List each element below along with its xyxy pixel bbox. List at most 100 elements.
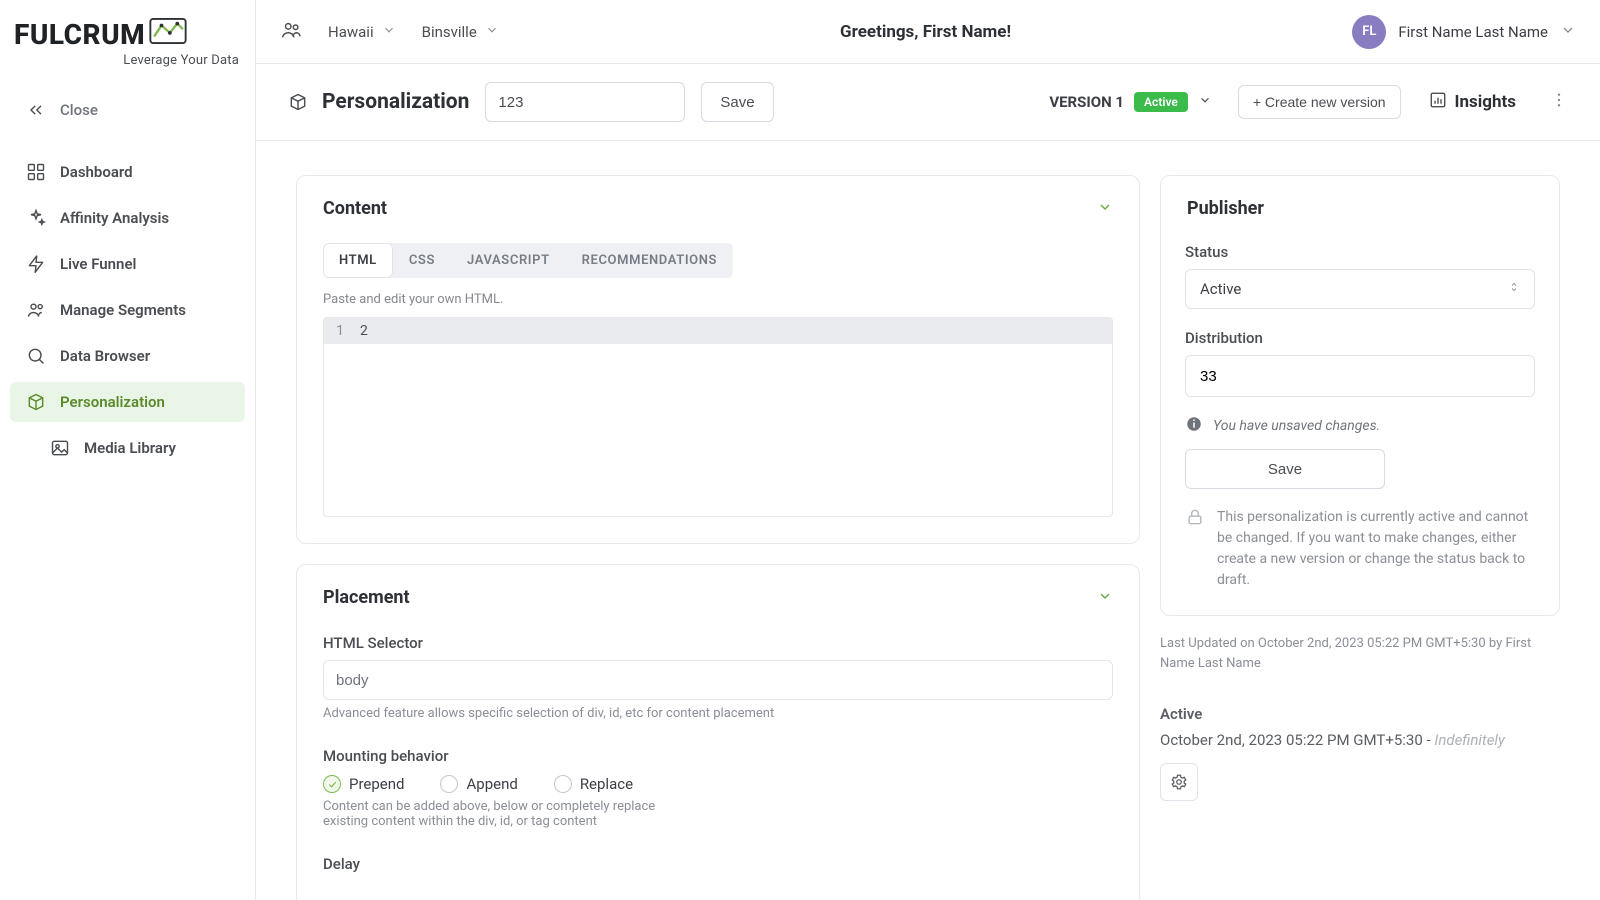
sidebar-item-label: Live Funnel: [60, 255, 136, 273]
state-time-suffix: Indefinitely: [1434, 731, 1504, 749]
create-version-button[interactable]: + Create new version: [1238, 85, 1401, 119]
logo: FULCRUM Leverage Your Data: [0, 4, 255, 74]
radio-prepend[interactable]: Prepend: [323, 775, 404, 793]
lock-note: This personalization is currently active…: [1185, 507, 1535, 591]
content-title: Content: [323, 198, 387, 219]
sidebar-item-label: Personalization: [60, 393, 165, 411]
radio-label: Append: [466, 775, 517, 793]
topbar: Hawaii Binsville Greetings, First Name! …: [256, 0, 1600, 64]
insights-link[interactable]: Insights: [1429, 91, 1516, 114]
box-icon: [288, 92, 308, 112]
radio-replace[interactable]: Replace: [554, 775, 633, 793]
selector-help: Advanced feature allows specific selecti…: [323, 706, 1113, 721]
radio-label: Replace: [580, 775, 633, 793]
info-icon: [1185, 415, 1203, 437]
selector-label: HTML Selector: [323, 634, 1113, 652]
sort-icon: [1508, 279, 1520, 299]
insights-label: Insights: [1455, 92, 1516, 112]
sidebar-item-personalization[interactable]: Personalization: [10, 382, 245, 422]
chevron-down-icon: [382, 23, 396, 41]
org-icon[interactable]: [280, 19, 302, 45]
collapse-toggle[interactable]: [1097, 199, 1113, 219]
state-time-value: October 2nd, 2023 05:22 PM GMT+5:30 -: [1160, 731, 1434, 749]
sidebar-item-label: Data Browser: [60, 347, 150, 365]
content-hint: Paste and edit your own HTML.: [323, 292, 1113, 307]
bolt-icon: [26, 254, 46, 274]
publisher-title: Publisher: [1187, 198, 1264, 219]
sidebar-item-databrowser[interactable]: Data Browser: [10, 336, 245, 376]
version-selector[interactable]: VERSION 1 Active: [1049, 92, 1212, 112]
tab-html[interactable]: HTML: [323, 243, 393, 278]
status-value: Active: [1200, 280, 1241, 298]
status-badge: Active: [1134, 92, 1188, 112]
unsaved-warning: You have unsaved changes.: [1185, 415, 1535, 437]
chevrons-left-icon: [26, 100, 46, 120]
radio-label: Prepend: [349, 775, 404, 793]
users-icon: [26, 300, 46, 320]
sidebar-item-medialibrary[interactable]: Media Library: [46, 428, 245, 468]
content-card: Content HTML CSS JAVASCRIPT RECOMMENDATI…: [296, 175, 1140, 544]
sidebar-item-label: Manage Segments: [60, 301, 186, 319]
editor-gutter: 1: [324, 318, 356, 344]
sidebar-close[interactable]: Close: [10, 90, 245, 130]
personalization-name-input[interactable]: [485, 82, 685, 122]
state-time: October 2nd, 2023 05:22 PM GMT+5:30 - In…: [1160, 731, 1560, 749]
sidebar-item-funnel[interactable]: Live Funnel: [10, 244, 245, 284]
sidebar-item-label: Dashboard: [60, 163, 133, 181]
logo-mark-icon: [149, 18, 187, 48]
state-label: Active: [1160, 705, 1560, 723]
tab-javascript[interactable]: JAVASCRIPT: [451, 243, 566, 278]
mounting-label: Mounting behavior: [323, 747, 1113, 765]
crumb-site[interactable]: Binsville: [422, 23, 499, 41]
status-label: Status: [1185, 243, 1535, 261]
sidebar-item-label: Affinity Analysis: [60, 209, 169, 227]
lock-icon: [1185, 507, 1205, 591]
html-editor[interactable]: 1 2: [323, 317, 1113, 517]
content-tabs: HTML CSS JAVASCRIPT RECOMMENDATIONS: [323, 243, 733, 278]
status-select[interactable]: Active: [1185, 269, 1535, 309]
sidebar: FULCRUM Leverage Your Data: [0, 0, 256, 900]
crumb-region[interactable]: Hawaii: [328, 23, 396, 41]
save-button[interactable]: Save: [701, 82, 773, 122]
tab-recommendations[interactable]: RECOMMENDATIONS: [566, 243, 733, 278]
sidebar-item-segments[interactable]: Manage Segments: [10, 290, 245, 330]
version-label: VERSION 1: [1049, 93, 1124, 111]
placement-card: Placement HTML Selector Advanced feature…: [296, 564, 1140, 900]
logo-word: FULCRUM: [14, 18, 145, 51]
unsaved-text: You have unsaved changes.: [1213, 418, 1380, 434]
mounting-options: Prepend Append Replace: [323, 775, 1113, 793]
placement-title: Placement: [323, 587, 410, 608]
html-selector-input[interactable]: [323, 660, 1113, 700]
delay-label: Delay: [323, 855, 1113, 873]
avatar[interactable]: FL: [1352, 15, 1386, 49]
radio-append[interactable]: Append: [440, 775, 517, 793]
page-title: Personalization: [322, 90, 469, 114]
settings-button[interactable]: [1160, 763, 1198, 801]
box-icon: [26, 392, 46, 412]
image-icon: [50, 438, 70, 458]
distribution-label: Distribution: [1185, 329, 1535, 347]
tab-css[interactable]: CSS: [393, 243, 451, 278]
sidebar-item-label: Media Library: [84, 439, 176, 457]
last-updated: Last Updated on October 2nd, 2023 05:22 …: [1160, 634, 1560, 673]
sidebar-close-label: Close: [60, 101, 98, 119]
crumb-region-label: Hawaii: [328, 23, 374, 41]
chevron-down-icon: [1198, 93, 1212, 111]
sidebar-item-dashboard[interactable]: Dashboard: [10, 152, 245, 192]
chevron-down-icon: [485, 23, 499, 41]
grid-icon: [26, 162, 46, 182]
distribution-input[interactable]: [1185, 355, 1535, 397]
user-name: First Name Last Name: [1398, 23, 1548, 41]
logo-tagline: Leverage Your Data: [14, 53, 245, 68]
sidebar-item-affinity[interactable]: Affinity Analysis: [10, 198, 245, 238]
bar-chart-icon: [1429, 91, 1447, 114]
crumb-site-label: Binsville: [422, 23, 477, 41]
greeting: Greetings, First Name!: [499, 22, 1353, 42]
sparkle-icon: [26, 208, 46, 228]
collapse-toggle[interactable]: [1097, 588, 1113, 608]
more-menu[interactable]: [1550, 91, 1568, 113]
chevron-down-icon[interactable]: [1560, 22, 1576, 42]
editor-code: 2: [356, 318, 1112, 344]
publisher-card: Publisher Status Active Distribution: [1160, 175, 1560, 616]
publisher-save-button[interactable]: Save: [1185, 449, 1385, 489]
